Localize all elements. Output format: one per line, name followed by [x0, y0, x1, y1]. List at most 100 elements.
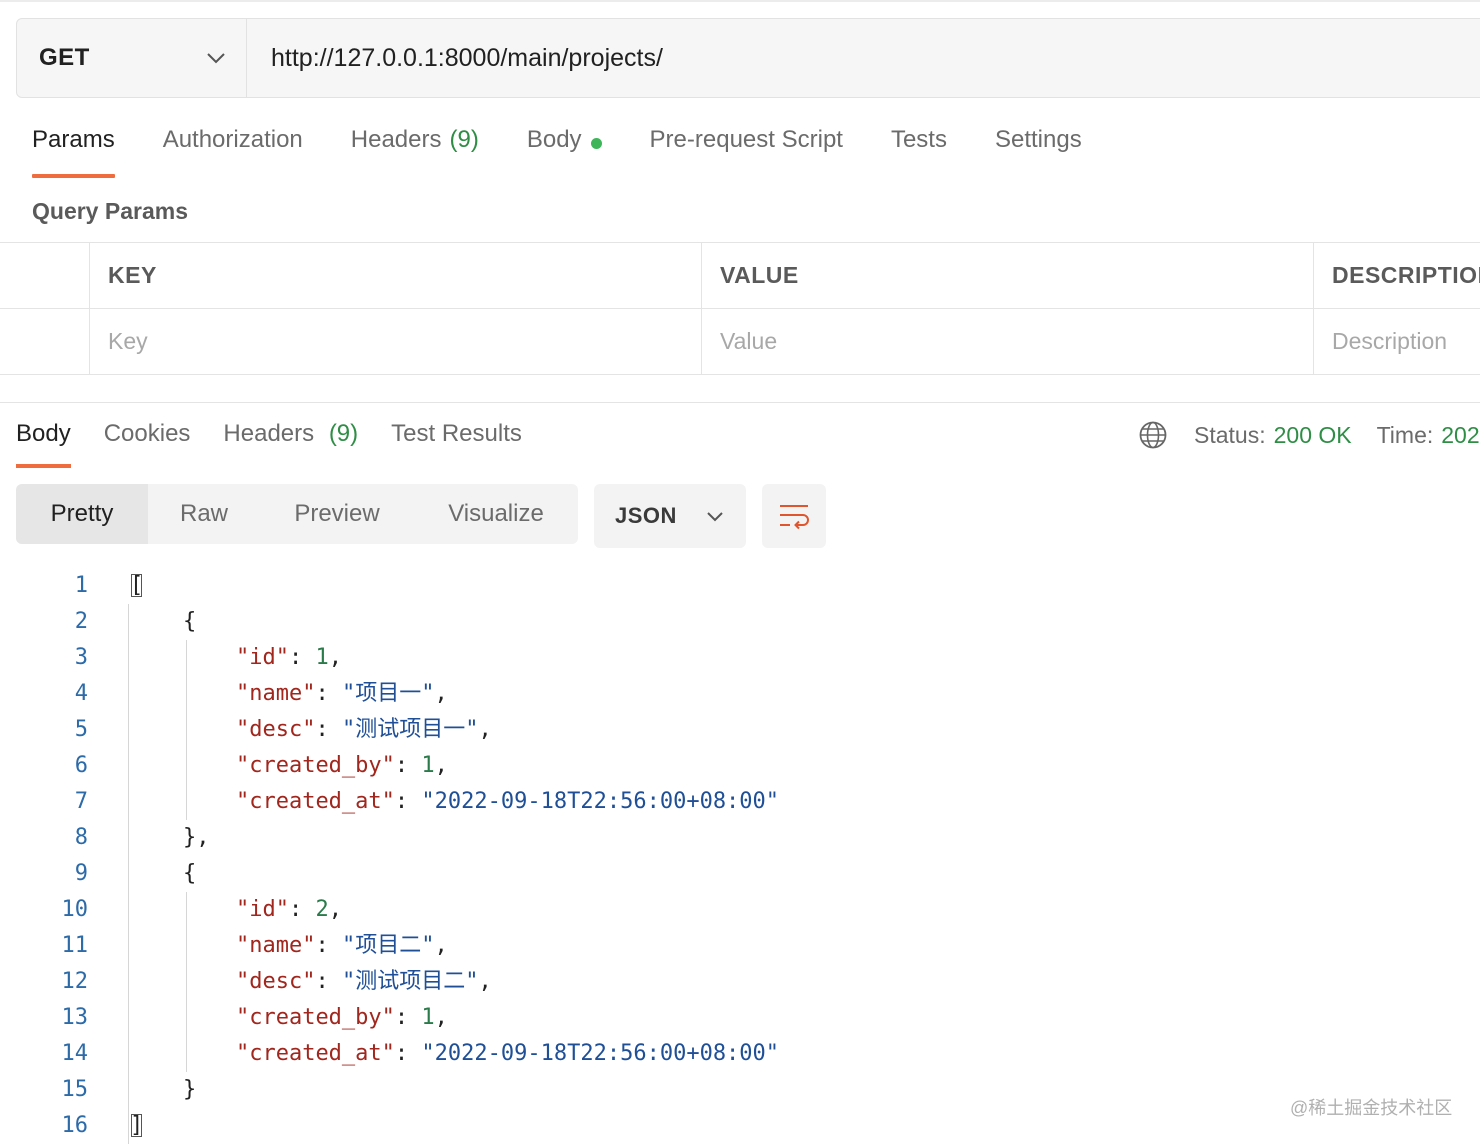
json-punctuation — [130, 933, 236, 958]
time-value: 202 — [1441, 421, 1480, 448]
description-input[interactable]: Description — [1314, 309, 1480, 374]
tab-settings[interactable]: Settings — [995, 126, 1082, 178]
code-text: "desc": "测试项目一", — [130, 712, 492, 748]
json-key: "created_at" — [235, 789, 395, 814]
format-tab-raw[interactable]: Raw — [148, 484, 260, 544]
response-body-editor[interactable]: 1[2 {3 "id": 1, 4 "name": "项目一", 5 "desc":… — [0, 568, 1480, 1144]
format-tab-pretty[interactable]: Pretty — [16, 484, 148, 544]
code-line: 11 "name": "项目二", — [0, 928, 1480, 964]
tab-headers-label: Headers — [350, 126, 442, 153]
code-line: 15 } — [0, 1072, 1480, 1108]
json-punctuation: , — [434, 1005, 448, 1030]
json-punctuation: , — [434, 753, 448, 778]
response-format-select[interactable]: JSON — [594, 484, 746, 548]
tab-params-label: Params — [32, 126, 115, 153]
status-value: 200 OK — [1273, 421, 1352, 448]
json-punctuation: , — [328, 645, 342, 670]
json-punctuation: , — [434, 681, 448, 706]
response-tab-body[interactable]: Body — [16, 420, 71, 468]
line-number: 5 — [74, 717, 88, 742]
code-line: 4 "name": "项目一", — [0, 676, 1480, 712]
format-tab-preview[interactable]: Preview — [260, 484, 414, 544]
key-input[interactable]: Key — [90, 309, 702, 374]
line-number: 4 — [74, 681, 88, 706]
json-punctuation — [130, 789, 236, 814]
json-punctuation: : — [315, 969, 342, 994]
key-column-header: KEY — [90, 243, 702, 308]
tab-authorization-label: Authorization — [162, 126, 303, 153]
tab-authorization[interactable]: Authorization — [163, 126, 303, 178]
code-text: "name": "项目二", — [130, 928, 448, 964]
code-text: "created_by": 1, — [130, 1000, 448, 1036]
json-number: 2 — [315, 897, 329, 922]
json-punctuation: : — [394, 753, 422, 778]
response-status: Status: 200 OK Time: 202 — [1138, 420, 1480, 450]
wrap-lines-button[interactable] — [762, 484, 826, 548]
json-punctuation: } — [130, 1077, 197, 1102]
tab-headers[interactable]: Headers (9) — [351, 126, 479, 178]
code-text: { — [130, 604, 196, 640]
row-checkbox-cell[interactable] — [0, 309, 90, 374]
json-string: "2022-09-18T22:56:00+08:00" — [421, 1041, 780, 1066]
globe-icon[interactable] — [1138, 420, 1168, 450]
format-tab-visualize[interactable]: Visualize — [414, 484, 578, 544]
code-line: 9 { — [0, 856, 1480, 892]
response-format-label: JSON — [615, 503, 677, 528]
json-number: 1 — [315, 645, 329, 670]
watermark: @稀土掘金技术社区 — [1290, 1098, 1453, 1118]
code-line: 6 "created_by": 1, — [0, 748, 1480, 784]
value-input[interactable]: Value — [702, 309, 1314, 374]
line-number: 15 — [61, 1077, 89, 1102]
code-text: ] — [130, 1108, 143, 1144]
body-indicator-dot — [590, 138, 602, 149]
json-key: "created_by" — [235, 1005, 395, 1030]
wrap-lines-icon — [780, 505, 809, 530]
code-text: { — [130, 856, 196, 892]
tab-pre-request-script-label: Pre-request Script — [649, 126, 843, 153]
tab-pre-request-script[interactable]: Pre-request Script — [650, 126, 843, 178]
json-punctuation: : — [315, 681, 342, 706]
table-header-row: KEY VALUE DESCRIPTION — [0, 243, 1480, 309]
json-number: 1 — [421, 753, 435, 778]
json-key: "desc" — [235, 717, 316, 742]
line-number: 14 — [61, 1041, 89, 1066]
line-number: 6 — [74, 753, 88, 778]
response-tab-test-results[interactable]: Test Results — [391, 420, 522, 468]
code-line: 1[ — [0, 568, 1480, 604]
tab-body[interactable]: Body — [527, 126, 602, 178]
code-text: "id": 2, — [130, 892, 342, 928]
time-label: Time: — [1376, 421, 1434, 448]
json-punctuation: , — [478, 717, 492, 742]
response-tab-body-label: Body — [16, 420, 71, 447]
tab-body-label: Body — [526, 126, 582, 153]
json-punctuation — [130, 1005, 236, 1030]
json-key: "desc" — [235, 969, 316, 994]
json-string: "2022-09-18T22:56:00+08:00" — [421, 789, 780, 814]
json-punctuation: : — [288, 897, 316, 922]
url-input[interactable] — [247, 19, 1480, 97]
json-punctuation — [130, 897, 236, 922]
chevron-down-icon — [207, 53, 225, 64]
response-tab-cookies[interactable]: Cookies — [104, 420, 191, 468]
code-line: 13 "created_by": 1, — [0, 1000, 1480, 1036]
json-punctuation: { — [130, 609, 197, 634]
code-text: "id": 1, — [130, 640, 342, 676]
json-key: "id" — [235, 645, 289, 670]
code-line: 14 "created_at": "2022-09-18T22:56:00+08… — [0, 1036, 1480, 1072]
response-tab-headers[interactable]: Headers (9) — [223, 420, 358, 468]
section-divider — [0, 402, 1480, 403]
code-line: 12 "desc": "测试项目二", — [0, 964, 1480, 1000]
json-key: "name" — [235, 681, 316, 706]
line-number: 3 — [74, 645, 88, 670]
response-tab-headers-count: (9) — [328, 420, 359, 447]
line-number: 8 — [74, 825, 88, 850]
tab-tests[interactable]: Tests — [891, 126, 947, 178]
json-string: "项目一" — [341, 681, 435, 706]
json-punctuation: : — [315, 717, 342, 742]
method-select[interactable]: GET — [17, 19, 247, 97]
response-tabs: Body Cookies Headers (9) Test Results — [16, 420, 555, 468]
code-text: "created_at": "2022-09-18T22:56:00+08:00… — [130, 1036, 779, 1072]
code-text: }, — [130, 820, 210, 856]
tab-headers-count: (9) — [449, 126, 479, 153]
tab-params[interactable]: Params — [32, 126, 115, 178]
